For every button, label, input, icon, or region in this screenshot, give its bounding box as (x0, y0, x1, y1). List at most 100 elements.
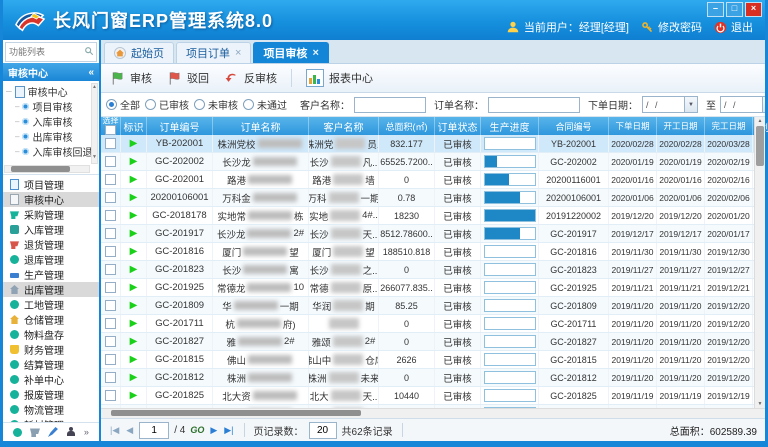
sidebar-item-production-mgmt[interactable]: 生产管理 (3, 267, 99, 282)
sidebar-item-audit-center[interactable]: 审核中心 (3, 192, 99, 207)
row-checkbox[interactable] (105, 336, 116, 347)
first-page-button[interactable]: |◀ (109, 425, 120, 436)
row-flag-cell: ▶ (121, 225, 147, 242)
sidebar-item-returns-mgmt[interactable]: 退货管理 (3, 237, 99, 252)
table-row[interactable]: ▶GC-201823长沙寓长沙之..0已审核GC-2018232019/11/2… (101, 261, 754, 279)
table-row[interactable]: ▶GC-201812株洲株洲未来0已审核GC-2018122019/11/202… (101, 369, 754, 387)
sidebar-item-material-inventory[interactable]: 物料盘存 (3, 327, 99, 342)
sidebar-item-inbound-mgmt[interactable]: 入库管理 (3, 222, 99, 237)
table-row[interactable]: ▶GC-2018178实地常栋实地4#..18230已审核20191220002… (101, 207, 754, 225)
row-checkbox[interactable] (105, 354, 116, 365)
tree-vertical-scrollbar[interactable]: ▲▼ (91, 83, 98, 164)
sidebar-item-settlement-mgmt[interactable]: 结算管理 (3, 357, 99, 372)
close-icon[interactable]: × (235, 48, 241, 58)
logout-button[interactable]: 退出 (714, 19, 753, 35)
chevron-down-icon[interactable]: ▼ (684, 97, 697, 112)
tree-item-inbound-audit-rollback[interactable]: –入库审核回退 (6, 144, 90, 159)
sidebar-item-logistics-mgmt[interactable]: 物流管理 (3, 402, 99, 417)
tree-item-project-audit[interactable]: –项目审核 (6, 99, 90, 114)
row-checkbox[interactable] (105, 300, 116, 311)
close-button[interactable]: × (745, 2, 762, 17)
close-icon[interactable]: × (312, 48, 318, 58)
table-row[interactable]: ▶GC-202002长沙龙长沙凡..65525.7200..已审核GC-2020… (101, 153, 754, 171)
table-row[interactable]: ▶GC-201917长沙龙2#长沙天..8512.78600..已审核GC-20… (101, 225, 754, 243)
order-date-to-input[interactable]: / /▼ (720, 96, 765, 113)
radio-unapproved[interactable]: 未审核 (194, 97, 238, 112)
toolbar-reject-button[interactable]: 驳回 (166, 70, 209, 86)
maximize-button[interactable]: □ (726, 2, 743, 17)
table-row[interactable]: ▶GC-201827雅2#雅颂2#0已审核GC-2018272019/11/20… (101, 333, 754, 351)
chevron-down-icon[interactable]: ▼ (762, 97, 765, 112)
scroll-up-icon[interactable]: ▲ (758, 117, 763, 125)
order-date-from-input[interactable]: / /▼ (642, 96, 698, 113)
sidebar-item-project-mgmt[interactable]: 项目管理 (3, 177, 99, 192)
tree-item-outbound-audit[interactable]: –出库审核 (6, 129, 90, 144)
status-dot-icon[interactable] (13, 428, 22, 437)
row-checkbox[interactable] (105, 264, 116, 275)
tab-project-orders[interactable]: 项目订单× (176, 42, 251, 63)
more-icon[interactable]: » (84, 427, 89, 437)
minimize-button[interactable]: – (707, 2, 724, 17)
prev-page-button[interactable]: ◀ (125, 425, 134, 436)
page-size-input[interactable] (309, 422, 337, 439)
tab-home[interactable]: 起始页 (104, 42, 174, 63)
table-row[interactable]: ▶GC-201809华一期华润期85.25已审核GC-2018092019/11… (101, 297, 754, 315)
toolbar-report-center-button[interactable]: 报表中心 (306, 69, 373, 87)
tab-project-audit[interactable]: 项目审核× (253, 42, 328, 63)
scrollbar-thumb[interactable] (11, 166, 70, 172)
radio-all[interactable]: 全部 (106, 97, 140, 112)
row-checkbox[interactable] (105, 156, 116, 167)
sidebar-item-scrap-mgmt[interactable]: 报废管理 (3, 387, 99, 402)
table-row[interactable]: ▶20200106001万科金万科一期0.78已审核20200106001202… (101, 189, 754, 207)
vertical-scrollbar[interactable]: ▲ ▼ (754, 117, 765, 408)
row-checkbox[interactable] (105, 192, 116, 203)
customer-name-input[interactable] (354, 97, 426, 113)
row-checkbox[interactable] (105, 372, 116, 383)
row-checkbox[interactable] (105, 318, 116, 329)
scrollbar-thumb[interactable] (756, 126, 764, 166)
tree-root-audit-center[interactable]: ─ 审核中心 (6, 84, 90, 99)
page-number-input[interactable] (139, 422, 169, 439)
sidebar-item-supplement-center[interactable]: 补单中心 (3, 372, 99, 387)
row-checkbox[interactable] (105, 138, 116, 149)
radio-approved[interactable]: 已审核 (145, 97, 189, 112)
row-checkbox[interactable] (105, 282, 116, 293)
toolbar-unapprove-button[interactable]: 反审核 (223, 70, 277, 86)
table-row[interactable]: ▶GC-201825北大资北大天..10440已审核GC-2018252019/… (101, 387, 754, 405)
table-row[interactable]: ▶YB-202001株洲党校株洲党员..832.177已审核YB-2020012… (101, 135, 754, 153)
change-password-button[interactable]: 修改密码 (641, 19, 702, 35)
cart-shortcut-icon[interactable] (30, 427, 40, 437)
sidebar-item-finance-mgmt[interactable]: 财务管理 (3, 342, 99, 357)
order-name-input[interactable] (488, 97, 580, 113)
row-checkbox[interactable] (105, 174, 116, 185)
go-button[interactable]: GO (190, 425, 204, 435)
sidebar-item-purchase-mgmt[interactable]: 采购管理 (3, 207, 99, 222)
scrollbar-thumb[interactable] (111, 410, 361, 416)
horizontal-scrollbar[interactable] (101, 408, 765, 418)
pen-shortcut-icon[interactable] (48, 427, 58, 437)
last-page-button[interactable]: ▶| (223, 425, 234, 436)
sidebar-item-return-store-mgmt[interactable]: 退库管理 (3, 252, 99, 267)
tree-horizontal-scrollbar[interactable] (4, 165, 90, 173)
radio-rejected[interactable]: 未通过 (243, 97, 287, 112)
function-search-input[interactable] (6, 47, 84, 57)
sidebar-item-outbound-mgmt[interactable]: 出库管理 (3, 282, 99, 297)
sidebar-item-warehouse-mgmt[interactable]: 仓储管理 (3, 312, 99, 327)
tree-item-inbound-audit[interactable]: –入库审核 (6, 114, 90, 129)
row-checkbox[interactable] (105, 246, 116, 257)
table-row[interactable]: ▶GC-201925常德龙10常德原..266077.835..已审核GC-20… (101, 279, 754, 297)
scroll-down-icon[interactable]: ▼ (758, 400, 763, 408)
pin-icon[interactable]: « (88, 67, 94, 78)
next-page-button[interactable]: ▶ (209, 425, 218, 436)
table-row[interactable]: ▶GC-202001路港路港墙0已审核202001160012020/01/16… (101, 171, 754, 189)
table-row[interactable]: ▶GC-201711杭府)0已审核GC-2017112019/11/202019… (101, 315, 754, 333)
sidebar-item-site-mgmt[interactable]: 工地管理 (3, 297, 99, 312)
row-checkbox[interactable] (105, 210, 116, 221)
row-checkbox[interactable] (105, 390, 116, 401)
table-row[interactable]: ▶GC-201815佛山佛山中仓库2626已审核GC-2018152019/11… (101, 351, 754, 369)
toolbar-approve-button[interactable]: 审核 (109, 70, 152, 86)
select-all-checkbox[interactable] (105, 125, 116, 135)
row-checkbox[interactable] (105, 228, 116, 239)
user-shortcut-icon[interactable] (66, 427, 76, 437)
table-row[interactable]: ▶GC-201816厦门望厦门望188510.818已审核GC-20181620… (101, 243, 754, 261)
